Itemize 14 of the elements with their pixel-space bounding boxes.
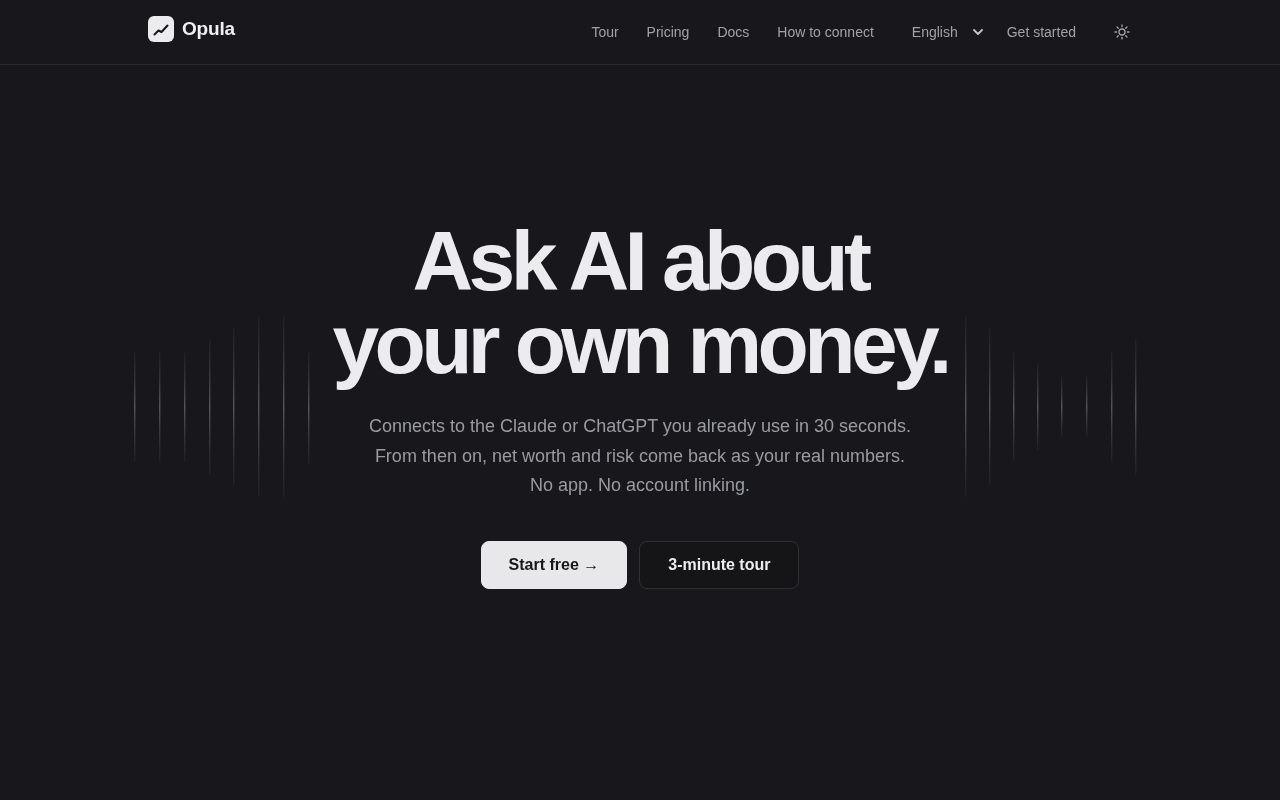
nav-link[interactable]: How to connect xyxy=(777,21,874,43)
brand-link[interactable]: Opula xyxy=(148,14,235,44)
tour-button[interactable]: 3-minute tour xyxy=(639,540,800,589)
language-select[interactable]: English xyxy=(905,21,988,43)
chevron-down-icon xyxy=(972,29,983,35)
nav-link[interactable]: Docs xyxy=(717,21,750,43)
start-free-button[interactable]: Start free → xyxy=(480,540,628,589)
get-started-link[interactable]: Get started xyxy=(1006,21,1076,43)
line-chart-logo-icon xyxy=(148,16,174,42)
brand-name: Opula xyxy=(182,16,235,41)
nav-link[interactable]: Pricing xyxy=(646,21,690,43)
sun-icon xyxy=(1114,24,1130,40)
hero-subtitle: Connects to the Claude or ChatGPT you already use in 30 seconds. From then on, net worth and risk come back as your real numbers. No app. No account linking. xyxy=(368,415,912,497)
nav-link[interactable]: Tour xyxy=(591,21,619,43)
